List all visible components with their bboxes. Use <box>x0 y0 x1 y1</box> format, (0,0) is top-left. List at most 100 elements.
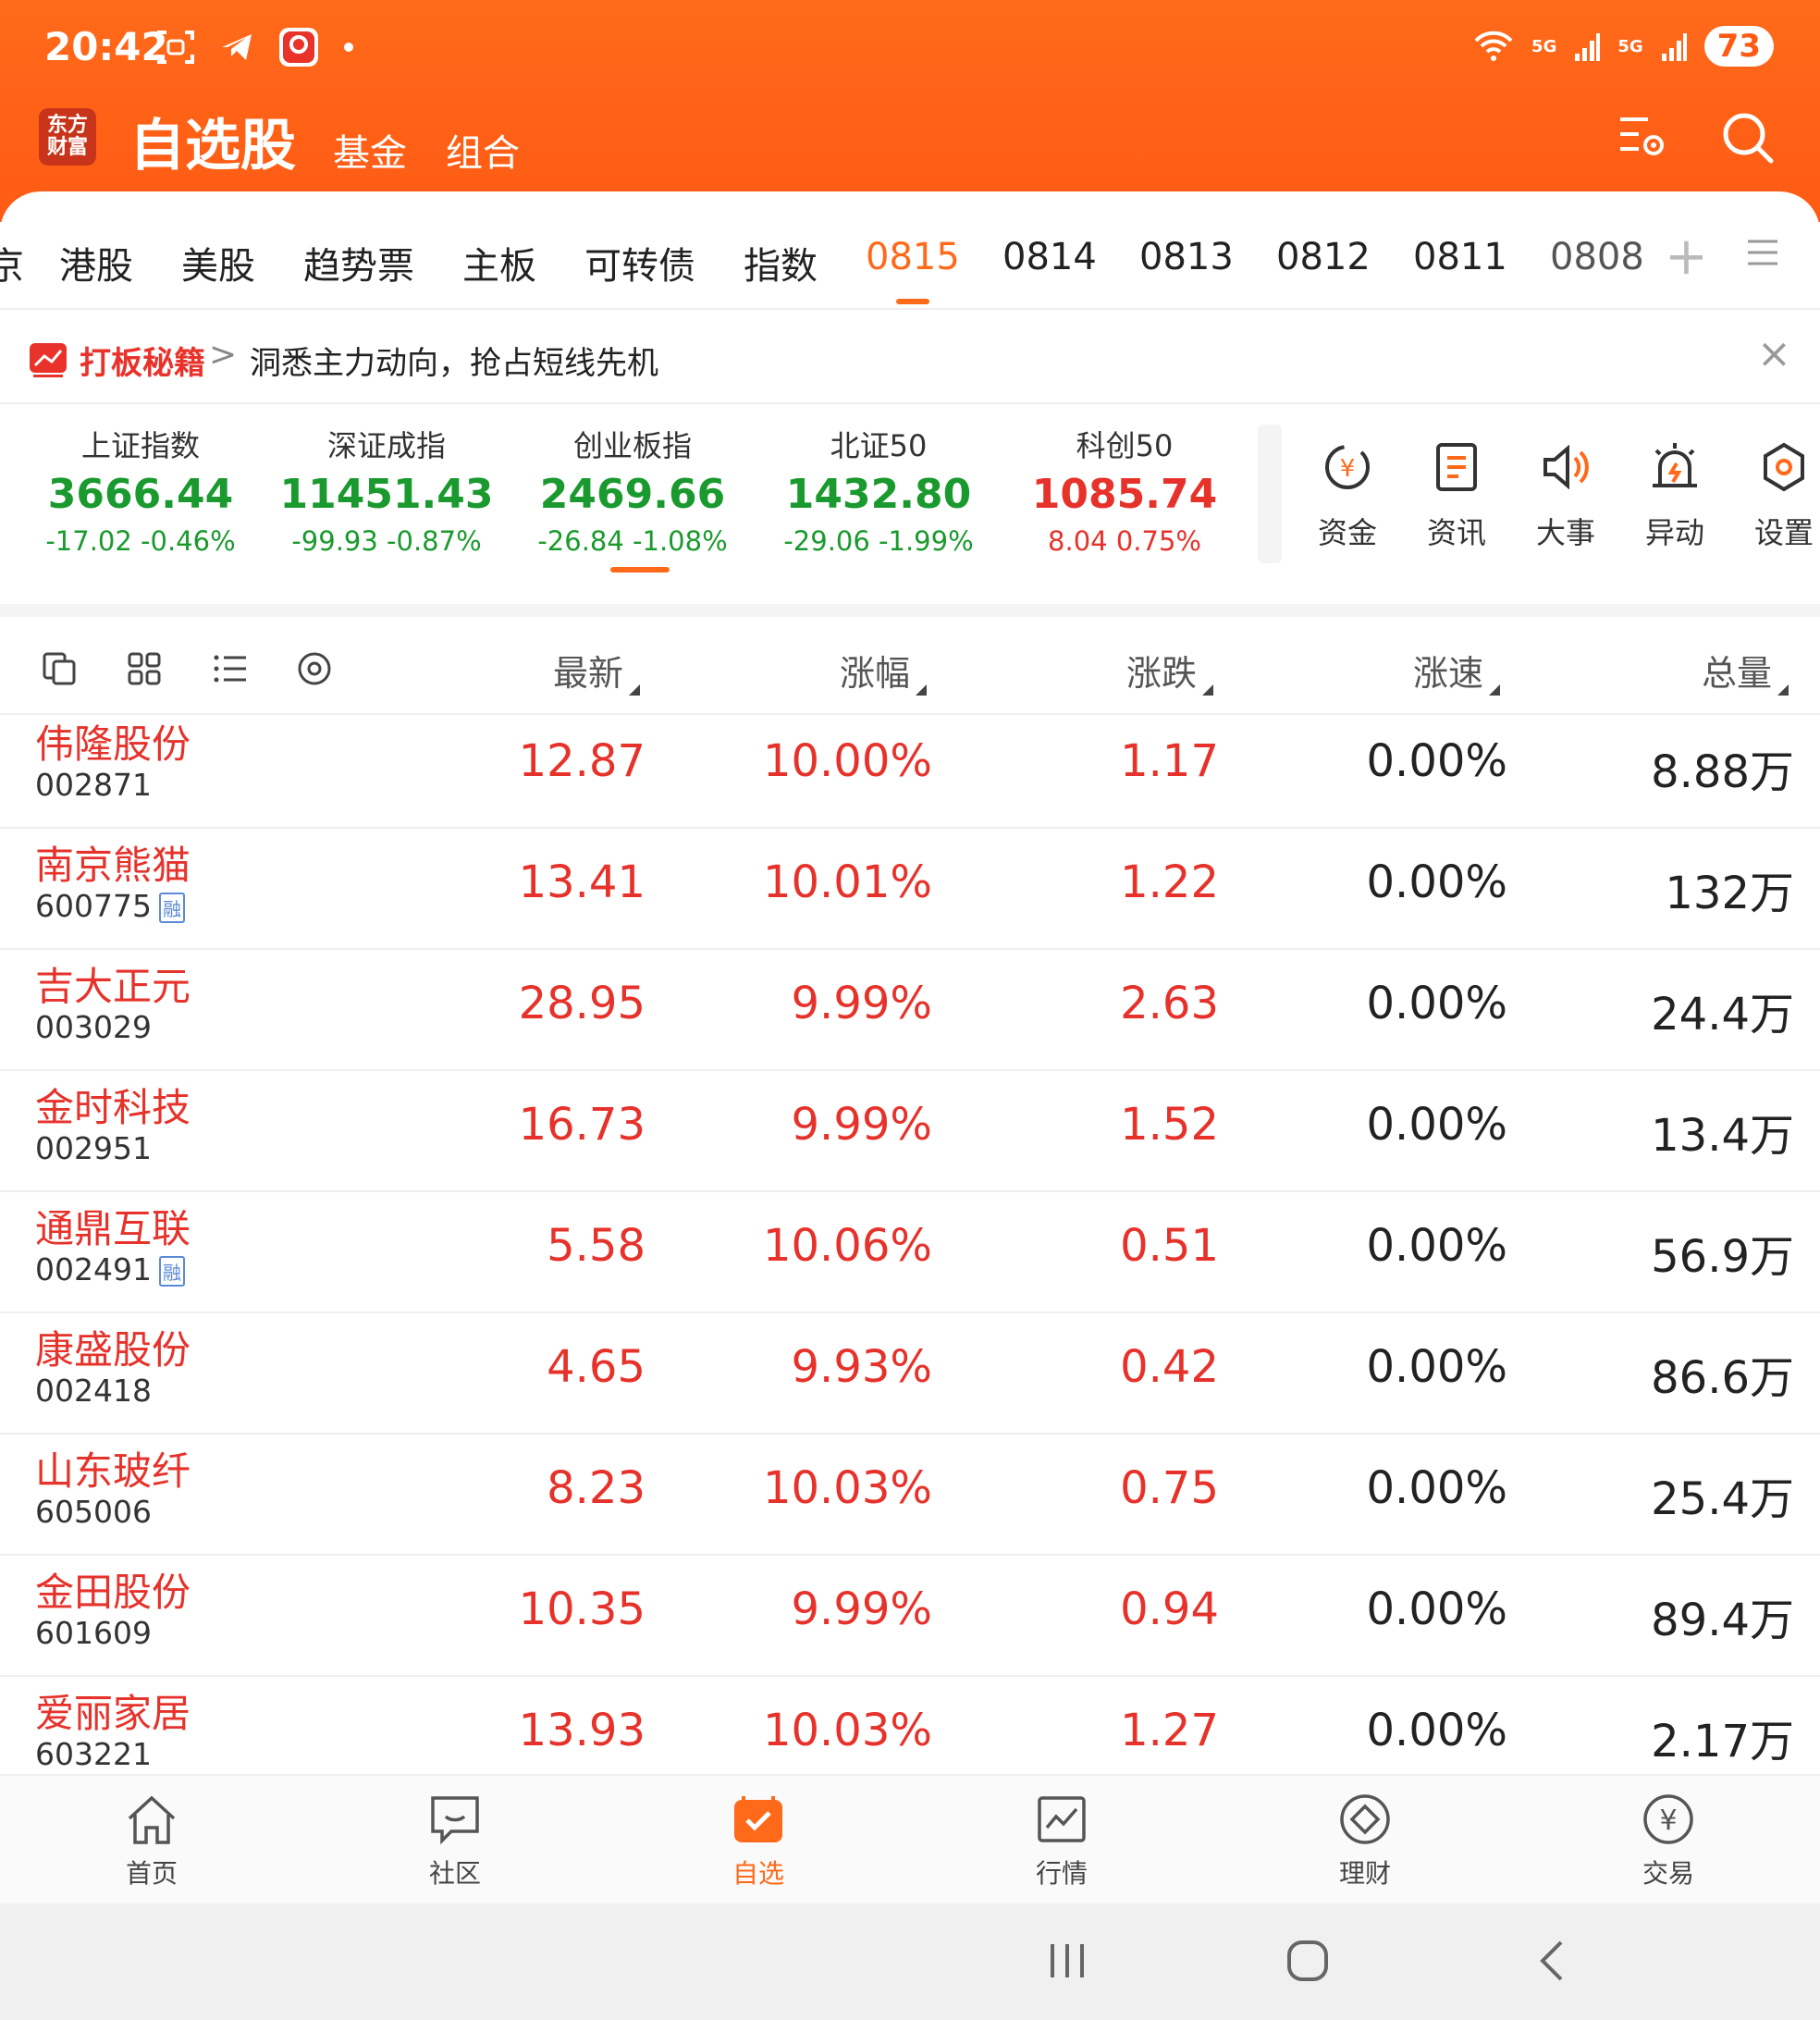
column-header-change[interactable]: 涨跌 <box>1126 645 1214 696</box>
column-header-speed[interactable]: 涨速 <box>1413 645 1501 696</box>
table-row[interactable]: 伟隆股份 002871 12.87 10.00% 1.17 0.00% 8.88… <box>0 708 1820 829</box>
column-header-change-pct[interactable]: 涨幅 <box>840 645 928 696</box>
quick-action-events[interactable]: 大事 <box>1515 439 1617 552</box>
list-view-icon[interactable] <box>211 650 248 687</box>
menu-icon[interactable] <box>1746 236 1779 269</box>
index-change: -29.06 -1.99% <box>783 525 974 557</box>
add-group-icon[interactable]: + <box>1665 227 1708 287</box>
index-card-bz50[interactable]: 北证50 1432.80 -29.06 -1.99% <box>758 423 999 557</box>
close-icon[interactable]: × <box>1757 330 1791 377</box>
tab-group-5[interactable]: 可转债 <box>584 236 695 289</box>
stock-speed: 0.00% <box>1366 1705 1507 1756</box>
quick-action-settings[interactable]: 设置 <box>1733 439 1820 552</box>
stock-price: 13.93 <box>518 1705 646 1756</box>
stock-speed: 0.00% <box>1366 1583 1507 1635</box>
stock-change: 0.94 <box>1120 1583 1219 1635</box>
stock-speed: 0.00% <box>1366 1220 1507 1272</box>
grid-view-icon[interactable] <box>126 650 163 687</box>
stock-change: 0.75 <box>1120 1462 1219 1514</box>
tab-group-1[interactable]: 港股 <box>59 236 133 289</box>
quick-action-news[interactable]: 资讯 <box>1406 439 1507 552</box>
stock-change: 0.51 <box>1120 1220 1219 1272</box>
nav-community[interactable]: 社区 <box>390 1792 520 1891</box>
tab-group-4[interactable]: 主板 <box>462 236 536 289</box>
tab-group-7[interactable]: 0815 <box>866 236 960 278</box>
stock-code: 601609 <box>35 1615 152 1651</box>
column-header-latest[interactable]: 最新 <box>553 645 641 696</box>
nav-home[interactable]: 首页 <box>87 1792 216 1891</box>
stock-code: 605006 <box>35 1494 152 1530</box>
stock-code-text: 003029 <box>35 1009 152 1045</box>
tab-group-2[interactable]: 美股 <box>181 236 255 289</box>
stock-code: 603221 <box>35 1736 152 1772</box>
index-card-sh[interactable]: 上证指数 3666.44 -17.02 -0.46% <box>20 423 261 557</box>
status-icons-right: 5G 5G 73 <box>1472 26 1774 67</box>
table-row[interactable]: 金田股份 601609 10.35 9.99% 0.94 0.00% 89.4万 <box>0 1556 1820 1677</box>
stock-change: 1.52 <box>1120 1099 1219 1151</box>
promo-banner[interactable]: 打板秘籍 > 洞悉主力动向，抢占短线先机 × <box>0 310 1820 404</box>
sort-indicator-icon <box>916 684 928 696</box>
nav-wealth[interactable]: 理财 <box>1300 1792 1430 1891</box>
stock-code: 002418 <box>35 1373 152 1409</box>
tab-group-11[interactable]: 0811 <box>1413 236 1507 278</box>
quick-action-label: 设置 <box>1753 515 1814 550</box>
dot-icon <box>344 43 353 52</box>
stock-code: 600775 融 <box>35 888 185 924</box>
index-card-cyb[interactable]: 创业板指 2469.66 -26.84 -1.08% <box>512 423 753 557</box>
index-change: 8.04 0.75% <box>1048 525 1201 557</box>
tab-watchlist-stocks[interactable]: 自选股 <box>129 101 296 181</box>
index-card-kc50[interactable]: 科创50 1085.74 8.04 0.75% <box>1004 423 1245 557</box>
index-price: 11451.43 <box>279 471 494 518</box>
signal-icon-2 <box>1661 33 1687 61</box>
tab-group-0[interactable]: 京 <box>0 236 24 289</box>
search-icon[interactable] <box>1718 108 1777 167</box>
tab-group-6[interactable]: 指数 <box>744 236 818 289</box>
table-row[interactable]: 通鼎互联 002491 融 5.58 10.06% 0.51 0.00% 56.9… <box>0 1192 1820 1313</box>
table-row[interactable]: 山东玻纤 605006 8.23 10.03% 0.75 0.00% 25.4万 <box>0 1435 1820 1556</box>
quick-action-anomaly[interactable]: 异动 <box>1624 439 1726 552</box>
wealth-icon <box>1340 1794 1390 1844</box>
back-icon[interactable] <box>1530 1939 1574 1983</box>
table-row[interactable]: 康盛股份 002418 4.65 9.93% 0.42 0.00% 86.6万 <box>0 1313 1820 1435</box>
table-row[interactable]: 金时科技 002951 16.73 9.99% 1.52 0.00% 13.4万 <box>0 1071 1820 1192</box>
margin-badge: 融 <box>158 1256 185 1287</box>
status-time: 20:42 <box>44 24 168 69</box>
table-row[interactable]: 吉大正元 003029 28.95 9.99% 2.63 0.00% 24.4万 <box>0 950 1820 1071</box>
chevron-right-icon: > <box>209 336 238 374</box>
svg-text:¥: ¥ <box>1340 455 1356 483</box>
tab-group-3[interactable]: 趋势票 <box>303 236 414 289</box>
table-row[interactable]: 南京熊猫 600775 融 13.41 10.01% 1.22 0.00% 132… <box>0 829 1820 950</box>
tab-portfolio[interactable]: 组合 <box>446 123 520 177</box>
tab-group-9[interactable]: 0813 <box>1139 236 1234 278</box>
stock-speed: 0.00% <box>1366 856 1507 908</box>
stock-price: 12.87 <box>518 735 646 787</box>
index-change: -26.84 -1.08% <box>537 525 728 557</box>
speaker-icon <box>1543 444 1589 490</box>
community-icon <box>431 1796 479 1845</box>
tab-funds[interactable]: 基金 <box>333 123 407 177</box>
home-button-icon[interactable] <box>1285 1939 1330 1983</box>
quick-action-label: 资讯 <box>1426 515 1486 550</box>
stock-volume: 2.17万 <box>1651 1716 1794 1768</box>
index-price: 1085.74 <box>1031 471 1218 518</box>
stock-name: 伟隆股份 <box>35 721 191 767</box>
logo-line-1: 东方 <box>46 114 88 137</box>
nav-trade[interactable]: ¥ 交易 <box>1604 1792 1733 1891</box>
tab-group-10[interactable]: 0812 <box>1276 236 1371 278</box>
column-settings-icon[interactable] <box>296 650 333 687</box>
column-header-volume[interactable]: 总量 <box>1702 645 1789 696</box>
app-logo[interactable]: 东方 财富 <box>39 108 96 166</box>
quick-action-fund[interactable]: ¥ 资金 <box>1297 439 1398 552</box>
index-price: 1432.80 <box>785 471 972 518</box>
tab-group-12[interactable]: 0808 <box>1550 236 1644 278</box>
stock-code-text: 601609 <box>35 1615 152 1651</box>
nav-market[interactable]: 行情 <box>997 1792 1126 1891</box>
stock-code: 003029 <box>35 1009 152 1045</box>
manage-settings-icon[interactable] <box>1615 108 1668 162</box>
index-card-sz[interactable]: 深证成指 11451.43 -99.93 -0.87% <box>266 423 507 557</box>
recent-apps-icon[interactable] <box>1045 1939 1089 1983</box>
sort-indicator-icon <box>1489 684 1501 696</box>
tab-group-8[interactable]: 0814 <box>1002 236 1097 278</box>
compare-icon[interactable] <box>41 650 78 687</box>
nav-watchlist[interactable]: 自选 <box>694 1792 823 1891</box>
